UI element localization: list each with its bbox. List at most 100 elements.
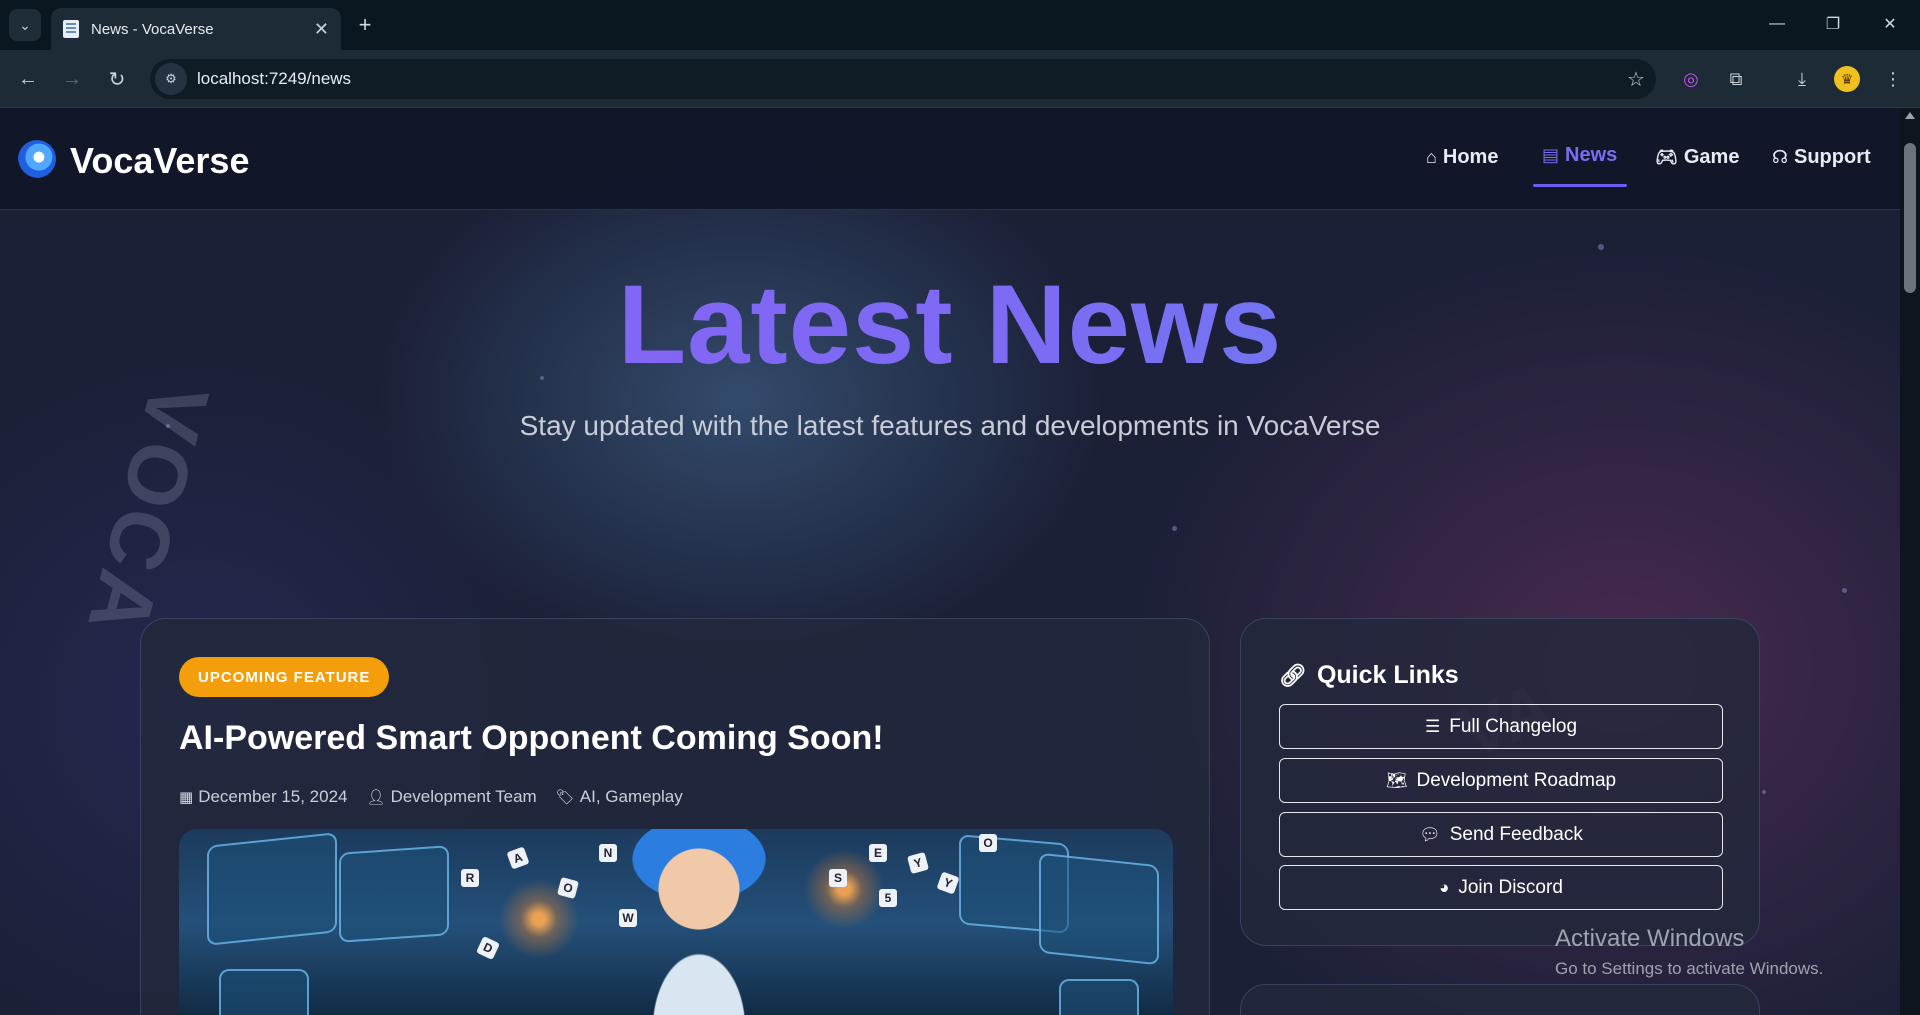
- home-icon: ⌂: [1426, 147, 1437, 167]
- windows-activation-watermark: Activate Windows Go to Settings to activ…: [1555, 925, 1823, 979]
- favicon-icon: [63, 20, 79, 38]
- letter-tile: 5: [879, 889, 897, 907]
- nav-game-label: Game: [1683, 146, 1740, 168]
- map-icon: 🗺︎: [1385, 770, 1408, 790]
- user-icon: 👤︎: [366, 789, 386, 806]
- back-icon[interactable]: ←: [12, 63, 44, 95]
- watermark-line-2: Go to Settings to activate Windows.: [1555, 959, 1824, 978]
- site-info-icon[interactable]: ⚙: [155, 63, 187, 95]
- star-dot: [1842, 588, 1847, 593]
- browser-tab[interactable]: News - VocaVerse ✕: [51, 8, 341, 50]
- nav-support[interactable]: ☊ Support: [1772, 146, 1871, 169]
- news-author-text: Development Team: [390, 787, 537, 806]
- extension-icon[interactable]: ◎: [1675, 63, 1707, 95]
- quick-links-card: 🔗︎ Quick Links ☰ Full Changelog 🗺︎ Devel…: [1240, 618, 1760, 946]
- full-changelog-label: Full Changelog: [1449, 715, 1578, 737]
- site-navbar: VocaVerse ⌂ Home ▤ News 🎮︎ Game ☊ Suppor…: [0, 108, 1900, 210]
- full-changelog-button[interactable]: ☰ Full Changelog: [1279, 704, 1723, 749]
- nav-home[interactable]: ⌂ Home: [1426, 146, 1498, 169]
- comment-icon: 💬︎: [1419, 824, 1441, 844]
- download-icon[interactable]: ⤓: [1786, 63, 1818, 95]
- hologram-screen: [1039, 852, 1159, 966]
- nav-home-label: Home: [1442, 146, 1499, 168]
- news-date: ▦ December 15, 2024: [179, 787, 348, 807]
- page-subtitle: Stay updated with the latest features an…: [519, 410, 1381, 441]
- tab-title: News - VocaVerse: [91, 20, 214, 38]
- newspaper-icon: ▤: [1542, 145, 1560, 165]
- join-discord-label: Join Discord: [1458, 876, 1563, 898]
- status-badge: UPCOMING FEATURE: [179, 657, 390, 697]
- quick-links-title: Quick Links: [1316, 661, 1459, 689]
- star-dot: [1762, 790, 1766, 794]
- reload-icon[interactable]: ↻: [101, 63, 133, 95]
- menu-icon[interactable]: ⋮: [1877, 63, 1909, 95]
- hologram-screen: [207, 832, 337, 946]
- news-title[interactable]: AI-Powered Smart Opponent Coming Soon!: [179, 719, 884, 758]
- news-hero-image: R A O N D W E Y 5 Y S O: [179, 829, 1173, 1015]
- nav-news[interactable]: ▤ News: [1542, 144, 1617, 167]
- link-icon: 🔗︎: [1279, 662, 1307, 688]
- letter-tile: Y: [936, 871, 960, 895]
- tab-list-icon[interactable]: ⌄: [9, 9, 41, 41]
- list-icon: ☰: [1424, 716, 1441, 736]
- development-roadmap-label: Development Roadmap: [1416, 769, 1617, 791]
- nav-game[interactable]: 🎮︎ Game: [1655, 146, 1739, 169]
- letter-tile: D: [476, 936, 500, 960]
- tags-icon: 🏷︎: [555, 789, 575, 806]
- plus-icon: +: [358, 12, 372, 37]
- browser-toolbar: ← → ↻ ⚙ localhost:7249/news ☆ ◎ ⧉ ⤓ ⋮: [0, 50, 1920, 108]
- hologram-screen: [219, 969, 309, 1015]
- scrollbar-thumb[interactable]: [1904, 143, 1916, 293]
- sidebar-card-next: [1240, 984, 1760, 1015]
- page-title: Latest News: [0, 260, 1900, 389]
- quick-links-heading: 🔗︎ Quick Links: [1279, 661, 1459, 690]
- news-card: UPCOMING FEATURE AI-Powered Smart Oppone…: [140, 618, 1210, 1015]
- puzzle-icon[interactable]: ⧉: [1720, 63, 1752, 95]
- send-feedback-button[interactable]: 💬︎ Send Feedback: [1279, 812, 1723, 857]
- letter-tile: Y: [906, 851, 930, 875]
- letter-tile: O: [556, 876, 580, 900]
- letter-tile: E: [869, 844, 887, 862]
- close-icon[interactable]: ✕: [314, 19, 329, 40]
- letter-tile: R: [461, 869, 479, 887]
- logo-icon[interactable]: [18, 140, 56, 178]
- news-meta: ▦ December 15, 2024 👤︎ Development Team …: [179, 787, 702, 807]
- letter-tile: N: [599, 844, 617, 862]
- letter-tile: A: [506, 846, 530, 870]
- news-date-text: December 15, 2024: [198, 787, 348, 806]
- profile-icon[interactable]: ♛: [1834, 66, 1860, 92]
- scroll-up-arrow-icon[interactable]: [1905, 112, 1915, 119]
- new-tab-button[interactable]: +: [352, 12, 378, 38]
- news-author: 👤︎ Development Team: [367, 787, 537, 807]
- hologram-screen: [1059, 979, 1139, 1015]
- browser-tab-bar: ⌄ News - VocaVerse ✕ + — ❐ ✕: [0, 0, 1920, 50]
- send-feedback-label: Send Feedback: [1449, 823, 1583, 845]
- brand-name[interactable]: VocaVerse: [70, 140, 249, 182]
- forward-icon[interactable]: →: [56, 63, 88, 95]
- active-nav-indicator: [1533, 184, 1627, 187]
- watermark-line-1: Activate Windows: [1555, 925, 1745, 952]
- news-tags-text: AI, Gameplay: [579, 787, 683, 806]
- news-tags: 🏷︎ AI, Gameplay: [556, 787, 683, 807]
- gamepad-icon: 🎮︎: [1655, 147, 1678, 167]
- page-viewport: VOCA VA VocaVerse ⌂ Home ▤ News 🎮︎ Game …: [0, 108, 1900, 1015]
- letter-tile: W: [619, 909, 637, 927]
- url-text[interactable]: localhost:7249/news: [197, 69, 1616, 89]
- window-close-icon[interactable]: ✕: [1870, 8, 1910, 40]
- letter-tile: S: [829, 869, 847, 887]
- star-dot: [1598, 244, 1604, 250]
- address-bar[interactable]: ⚙ localhost:7249/news ☆: [150, 59, 1656, 99]
- calendar-icon: ▦: [179, 789, 194, 806]
- star-icon[interactable]: ☆: [1616, 67, 1656, 92]
- nav-support-label: Support: [1794, 146, 1871, 168]
- join-discord-button[interactable]: ◕ Join Discord: [1279, 865, 1723, 910]
- star-dot: [1172, 526, 1177, 531]
- headset-icon: ☊: [1772, 147, 1788, 167]
- minimize-icon[interactable]: —: [1757, 8, 1797, 40]
- hologram-screen: [339, 845, 449, 943]
- letter-tile: O: [979, 834, 997, 852]
- restore-icon[interactable]: ❐: [1813, 8, 1853, 40]
- discord-icon: ◕: [1439, 877, 1450, 897]
- development-roadmap-button[interactable]: 🗺︎ Development Roadmap: [1279, 758, 1723, 803]
- nav-news-label: News: [1565, 144, 1618, 166]
